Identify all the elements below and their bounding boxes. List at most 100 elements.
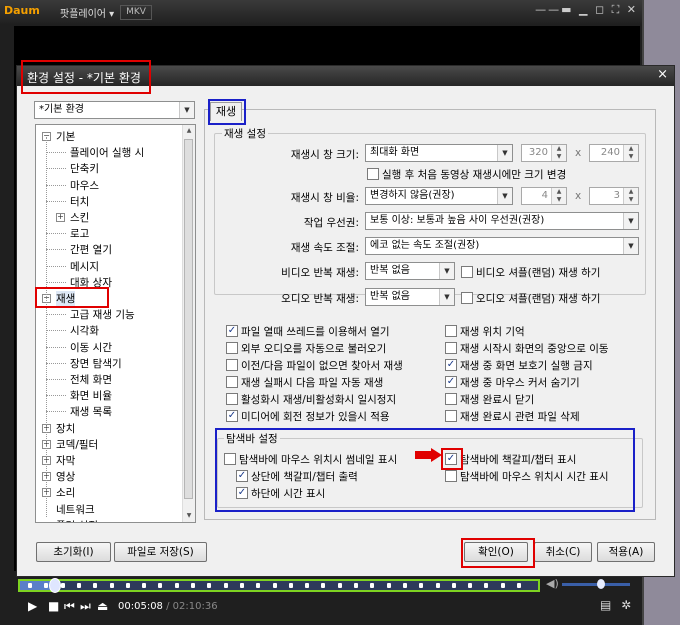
chapter-marker[interactable] bbox=[435, 583, 440, 588]
stepper-arrows-icon[interactable]: ▲ ▼ bbox=[551, 188, 566, 204]
playlist-icon[interactable]: ▤ bbox=[600, 598, 611, 612]
prev-icon[interactable]: ⏮ bbox=[64, 598, 75, 614]
option-checkbox[interactable]: ✓ bbox=[445, 359, 457, 371]
tree-item[interactable]: 코덱/필터 bbox=[56, 437, 98, 452]
chapter-marker[interactable] bbox=[191, 583, 195, 588]
reset-button[interactable]: 초기화(I) bbox=[36, 542, 111, 562]
tree-item[interactable]: 스킨 bbox=[70, 210, 89, 225]
chapter-marker[interactable] bbox=[321, 583, 326, 588]
video-repeat-select[interactable]: 반복 없음 ▼ bbox=[365, 262, 455, 280]
chapter-marker[interactable] bbox=[60, 583, 65, 588]
chapter-marker[interactable] bbox=[354, 583, 358, 588]
chapter-marker[interactable] bbox=[28, 583, 32, 588]
tree-item[interactable]: 마우스 bbox=[70, 178, 99, 193]
tree-item[interactable]: 장면 탐색기 bbox=[70, 356, 122, 371]
scroll-thumb[interactable] bbox=[184, 139, 193, 499]
chapter-marker[interactable] bbox=[305, 583, 310, 588]
tree-item[interactable]: 플러 설정 bbox=[56, 518, 98, 522]
tree-item[interactable]: 메시지 bbox=[70, 259, 99, 274]
chapter-marker[interactable] bbox=[125, 583, 130, 588]
seek-handle[interactable] bbox=[48, 578, 61, 593]
settings-icon[interactable]: ✲ bbox=[621, 598, 631, 612]
audio-shuffle-checkbox[interactable] bbox=[461, 292, 473, 304]
app-menu-button[interactable]: 팟플레이어 ▾ bbox=[60, 5, 114, 20]
tree-item[interactable]: 간편 열기 bbox=[70, 242, 112, 257]
stop-icon[interactable]: ■ bbox=[48, 598, 59, 614]
expand-icon[interactable]: + bbox=[56, 213, 65, 222]
chapter-marker[interactable] bbox=[272, 583, 277, 588]
chapter-marker[interactable] bbox=[370, 583, 375, 588]
volume-icon[interactable]: ◀) bbox=[546, 577, 559, 590]
tree-item[interactable]: 플레이어 실행 시 bbox=[70, 145, 144, 160]
tree-item[interactable]: 영상 bbox=[56, 469, 75, 484]
chapter-marker[interactable] bbox=[223, 583, 228, 588]
stepper-arrows-icon[interactable]: ▲ ▼ bbox=[623, 145, 638, 161]
chapter-marker[interactable] bbox=[451, 583, 456, 588]
ratio-height-stepper[interactable]: 3 ▲ ▼ bbox=[589, 187, 639, 205]
option-checkbox[interactable] bbox=[445, 342, 457, 354]
tree-item[interactable]: 자막 bbox=[56, 453, 75, 468]
priority-select[interactable]: 보통 이상: 보통과 높음 사이 우선권(권장) ▼ bbox=[365, 212, 639, 230]
option-checkbox[interactable] bbox=[226, 376, 238, 388]
option-checkbox[interactable] bbox=[226, 359, 238, 371]
eject-icon[interactable]: ⏏ bbox=[97, 598, 108, 614]
seek-bar[interactable] bbox=[18, 578, 540, 593]
option-checkbox[interactable]: ✓ bbox=[226, 410, 238, 422]
volume-slider[interactable] bbox=[562, 579, 630, 589]
video-shuffle-checkbox[interactable] bbox=[461, 266, 473, 278]
close-icon[interactable]: × bbox=[657, 67, 668, 82]
cancel-button[interactable]: 취소(C) bbox=[534, 542, 592, 562]
option-checkbox[interactable]: ✓ bbox=[445, 376, 457, 388]
option-checkbox[interactable] bbox=[445, 393, 457, 405]
option-checkbox[interactable] bbox=[226, 393, 238, 405]
option-checkbox[interactable] bbox=[445, 410, 457, 422]
chapter-marker[interactable] bbox=[484, 583, 489, 588]
option-checkbox[interactable] bbox=[226, 342, 238, 354]
option-checkbox[interactable] bbox=[445, 325, 457, 337]
tree-item[interactable]: 기본 bbox=[56, 129, 75, 144]
chapter-marker[interactable] bbox=[517, 583, 521, 588]
chapter-marker[interactable] bbox=[288, 583, 293, 588]
chapter-marker[interactable] bbox=[158, 583, 163, 588]
volume-handle[interactable] bbox=[597, 579, 606, 589]
chapter-marker[interactable] bbox=[207, 583, 212, 588]
scroll-down-icon[interactable]: ▼ bbox=[183, 510, 195, 522]
preset-select[interactable]: *기본 환경 ▼ bbox=[34, 101, 195, 119]
tree-scrollbar[interactable]: ▲ ▼ bbox=[182, 125, 195, 522]
window-width-stepper[interactable]: 320 ▲ ▼ bbox=[521, 144, 567, 162]
chapter-marker[interactable] bbox=[386, 583, 391, 588]
tree-item[interactable]: 터치 bbox=[70, 194, 89, 209]
first-video-checkbox[interactable] bbox=[367, 168, 379, 180]
save-to-file-button[interactable]: 파일로 저장(S) bbox=[114, 542, 207, 562]
next-icon[interactable]: ⏭ bbox=[80, 598, 91, 614]
apply-button[interactable]: 적용(A) bbox=[597, 542, 655, 562]
chapter-marker[interactable] bbox=[419, 583, 424, 588]
window-height-stepper[interactable]: 240 ▲ ▼ bbox=[589, 144, 639, 162]
chapter-marker[interactable] bbox=[468, 583, 473, 588]
tree-item[interactable]: 고급 재생 기능 bbox=[70, 307, 135, 322]
chapter-marker[interactable] bbox=[337, 583, 342, 588]
chapter-marker[interactable] bbox=[500, 583, 505, 588]
ratio-select[interactable]: 변경하지 않음(권장) ▼ bbox=[365, 187, 513, 205]
option-checkbox[interactable]: ✓ bbox=[226, 325, 238, 337]
speed-select[interactable]: 에코 없는 속도 조절(권장) ▼ bbox=[365, 237, 639, 255]
player-titlebar[interactable]: Daum 팟플레이어 ▾ MKV ——▬ ▁ ◻ ⛶ ✕ bbox=[0, 0, 642, 24]
chapter-marker[interactable] bbox=[256, 583, 261, 588]
tree-item[interactable]: 네트워크 bbox=[56, 502, 95, 517]
chapter-marker[interactable] bbox=[239, 583, 244, 588]
audio-repeat-select[interactable]: 반복 없음 ▼ bbox=[365, 288, 455, 306]
chapter-marker[interactable] bbox=[174, 583, 179, 588]
tree-item[interactable]: 로고 bbox=[70, 226, 89, 241]
scroll-up-icon[interactable]: ▲ bbox=[183, 125, 195, 137]
tree-item[interactable]: 이동 시간 bbox=[70, 340, 112, 355]
chapter-marker[interactable] bbox=[93, 583, 98, 588]
chapter-marker[interactable] bbox=[76, 583, 81, 588]
tree-item[interactable]: 전체 화면 bbox=[70, 372, 112, 387]
tree-item[interactable]: 장치 bbox=[56, 421, 75, 436]
chapter-marker[interactable] bbox=[402, 583, 407, 588]
chapter-marker[interactable] bbox=[44, 583, 49, 588]
chapter-marker[interactable] bbox=[109, 583, 114, 588]
stepper-arrows-icon[interactable]: ▲ ▼ bbox=[551, 145, 566, 161]
play-icon[interactable]: ▶ bbox=[28, 598, 37, 614]
ratio-width-stepper[interactable]: 4 ▲ ▼ bbox=[521, 187, 567, 205]
